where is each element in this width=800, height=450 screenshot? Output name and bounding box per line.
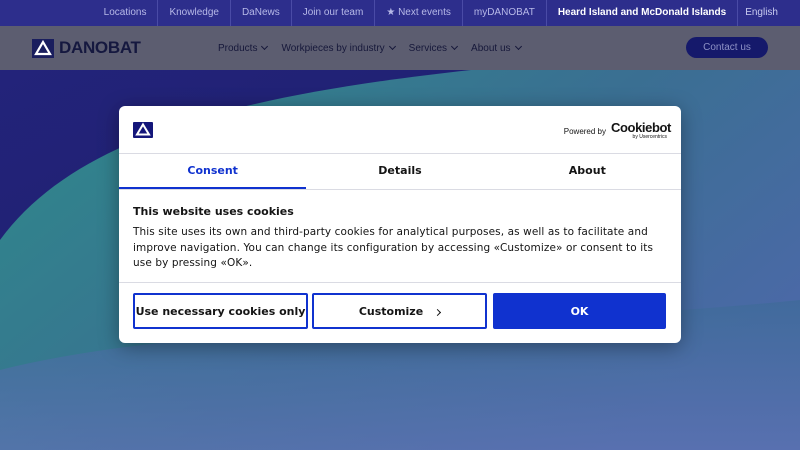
country-selector[interactable]: Heard Island and McDonald Islands (545, 0, 737, 26)
topbar-link-join-team[interactable]: Join our team (290, 0, 375, 26)
cookiebot-sub: by Usercentrics (632, 134, 667, 140)
site-header: DANOBAT Products Workpieces by industry … (0, 26, 800, 70)
dialog-buttons: Use necessary cookies only Customize OK (119, 283, 681, 342)
tab-details[interactable]: Details (306, 154, 493, 189)
dialog-body: This website uses cookies This site uses… (119, 190, 681, 283)
main-nav: Products Workpieces by industry Services… (218, 26, 535, 70)
tab-about[interactable]: About (494, 154, 681, 189)
danobat-logo-icon (133, 122, 153, 138)
dialog-description: This site uses its own and third-party c… (133, 226, 654, 269)
ok-button[interactable]: OK (493, 293, 666, 329)
danobat-logo-icon (32, 38, 54, 58)
nav-about-us[interactable]: About us (471, 42, 522, 54)
nav-services-label: Services (408, 42, 448, 54)
dialog-header: Powered by Cookiebot by Usercentrics (119, 106, 681, 154)
use-necessary-cookies-button[interactable]: Use necessary cookies only (133, 293, 308, 329)
chevron-down-icon (388, 42, 396, 51)
dialog-tabs: Consent Details About (119, 154, 681, 190)
tab-consent[interactable]: Consent (119, 154, 307, 189)
topbar-link-mydanobat[interactable]: myDANOBAT (461, 0, 546, 26)
cookiebot-brand: Cookiebot (611, 120, 671, 135)
chevron-down-icon (450, 42, 459, 51)
topbar-link-locations[interactable]: Locations (93, 0, 158, 26)
contact-us-button[interactable]: Contact us (686, 37, 768, 58)
cookie-consent-dialog: Powered by Cookiebot by Usercentrics Con… (119, 106, 681, 343)
cookiebot-logo: Cookiebot by Usercentrics (611, 121, 671, 141)
nav-services[interactable]: Services (408, 42, 459, 54)
powered-by-text: Powered by (563, 126, 606, 136)
customize-button[interactable]: Customize (312, 293, 487, 329)
dialog-title: This website uses cookies (133, 205, 294, 218)
logo-text: DANOBAT (59, 38, 141, 57)
chevron-down-icon (514, 42, 522, 51)
chevron-down-icon (261, 42, 269, 51)
topbar-link-danews[interactable]: DaNews (229, 0, 291, 26)
customize-label: Customize (358, 304, 424, 318)
chevron-right-icon (434, 308, 442, 316)
nav-about-label: About us (471, 42, 511, 54)
site-logo[interactable]: DANOBAT (32, 38, 141, 58)
nav-products-label: Products (218, 42, 258, 54)
nav-products[interactable]: Products (218, 42, 269, 54)
necessary-label: Use necessary cookies only (135, 304, 306, 318)
powered-by-cookiebot[interactable]: Powered by Cookiebot by Usercentrics (563, 121, 672, 141)
nav-workpieces-label: Workpieces by industry (281, 42, 385, 54)
topbar-link-knowledge[interactable]: Knowledge (157, 0, 229, 26)
topbar-link-next-events[interactable]: ★ Next events (374, 0, 462, 26)
top-utility-bar: Locations Knowledge DaNews Join our team… (0, 0, 800, 26)
language-selector[interactable]: English (737, 0, 778, 26)
ok-label: OK (570, 304, 589, 318)
nav-workpieces[interactable]: Workpieces by industry (281, 42, 396, 54)
